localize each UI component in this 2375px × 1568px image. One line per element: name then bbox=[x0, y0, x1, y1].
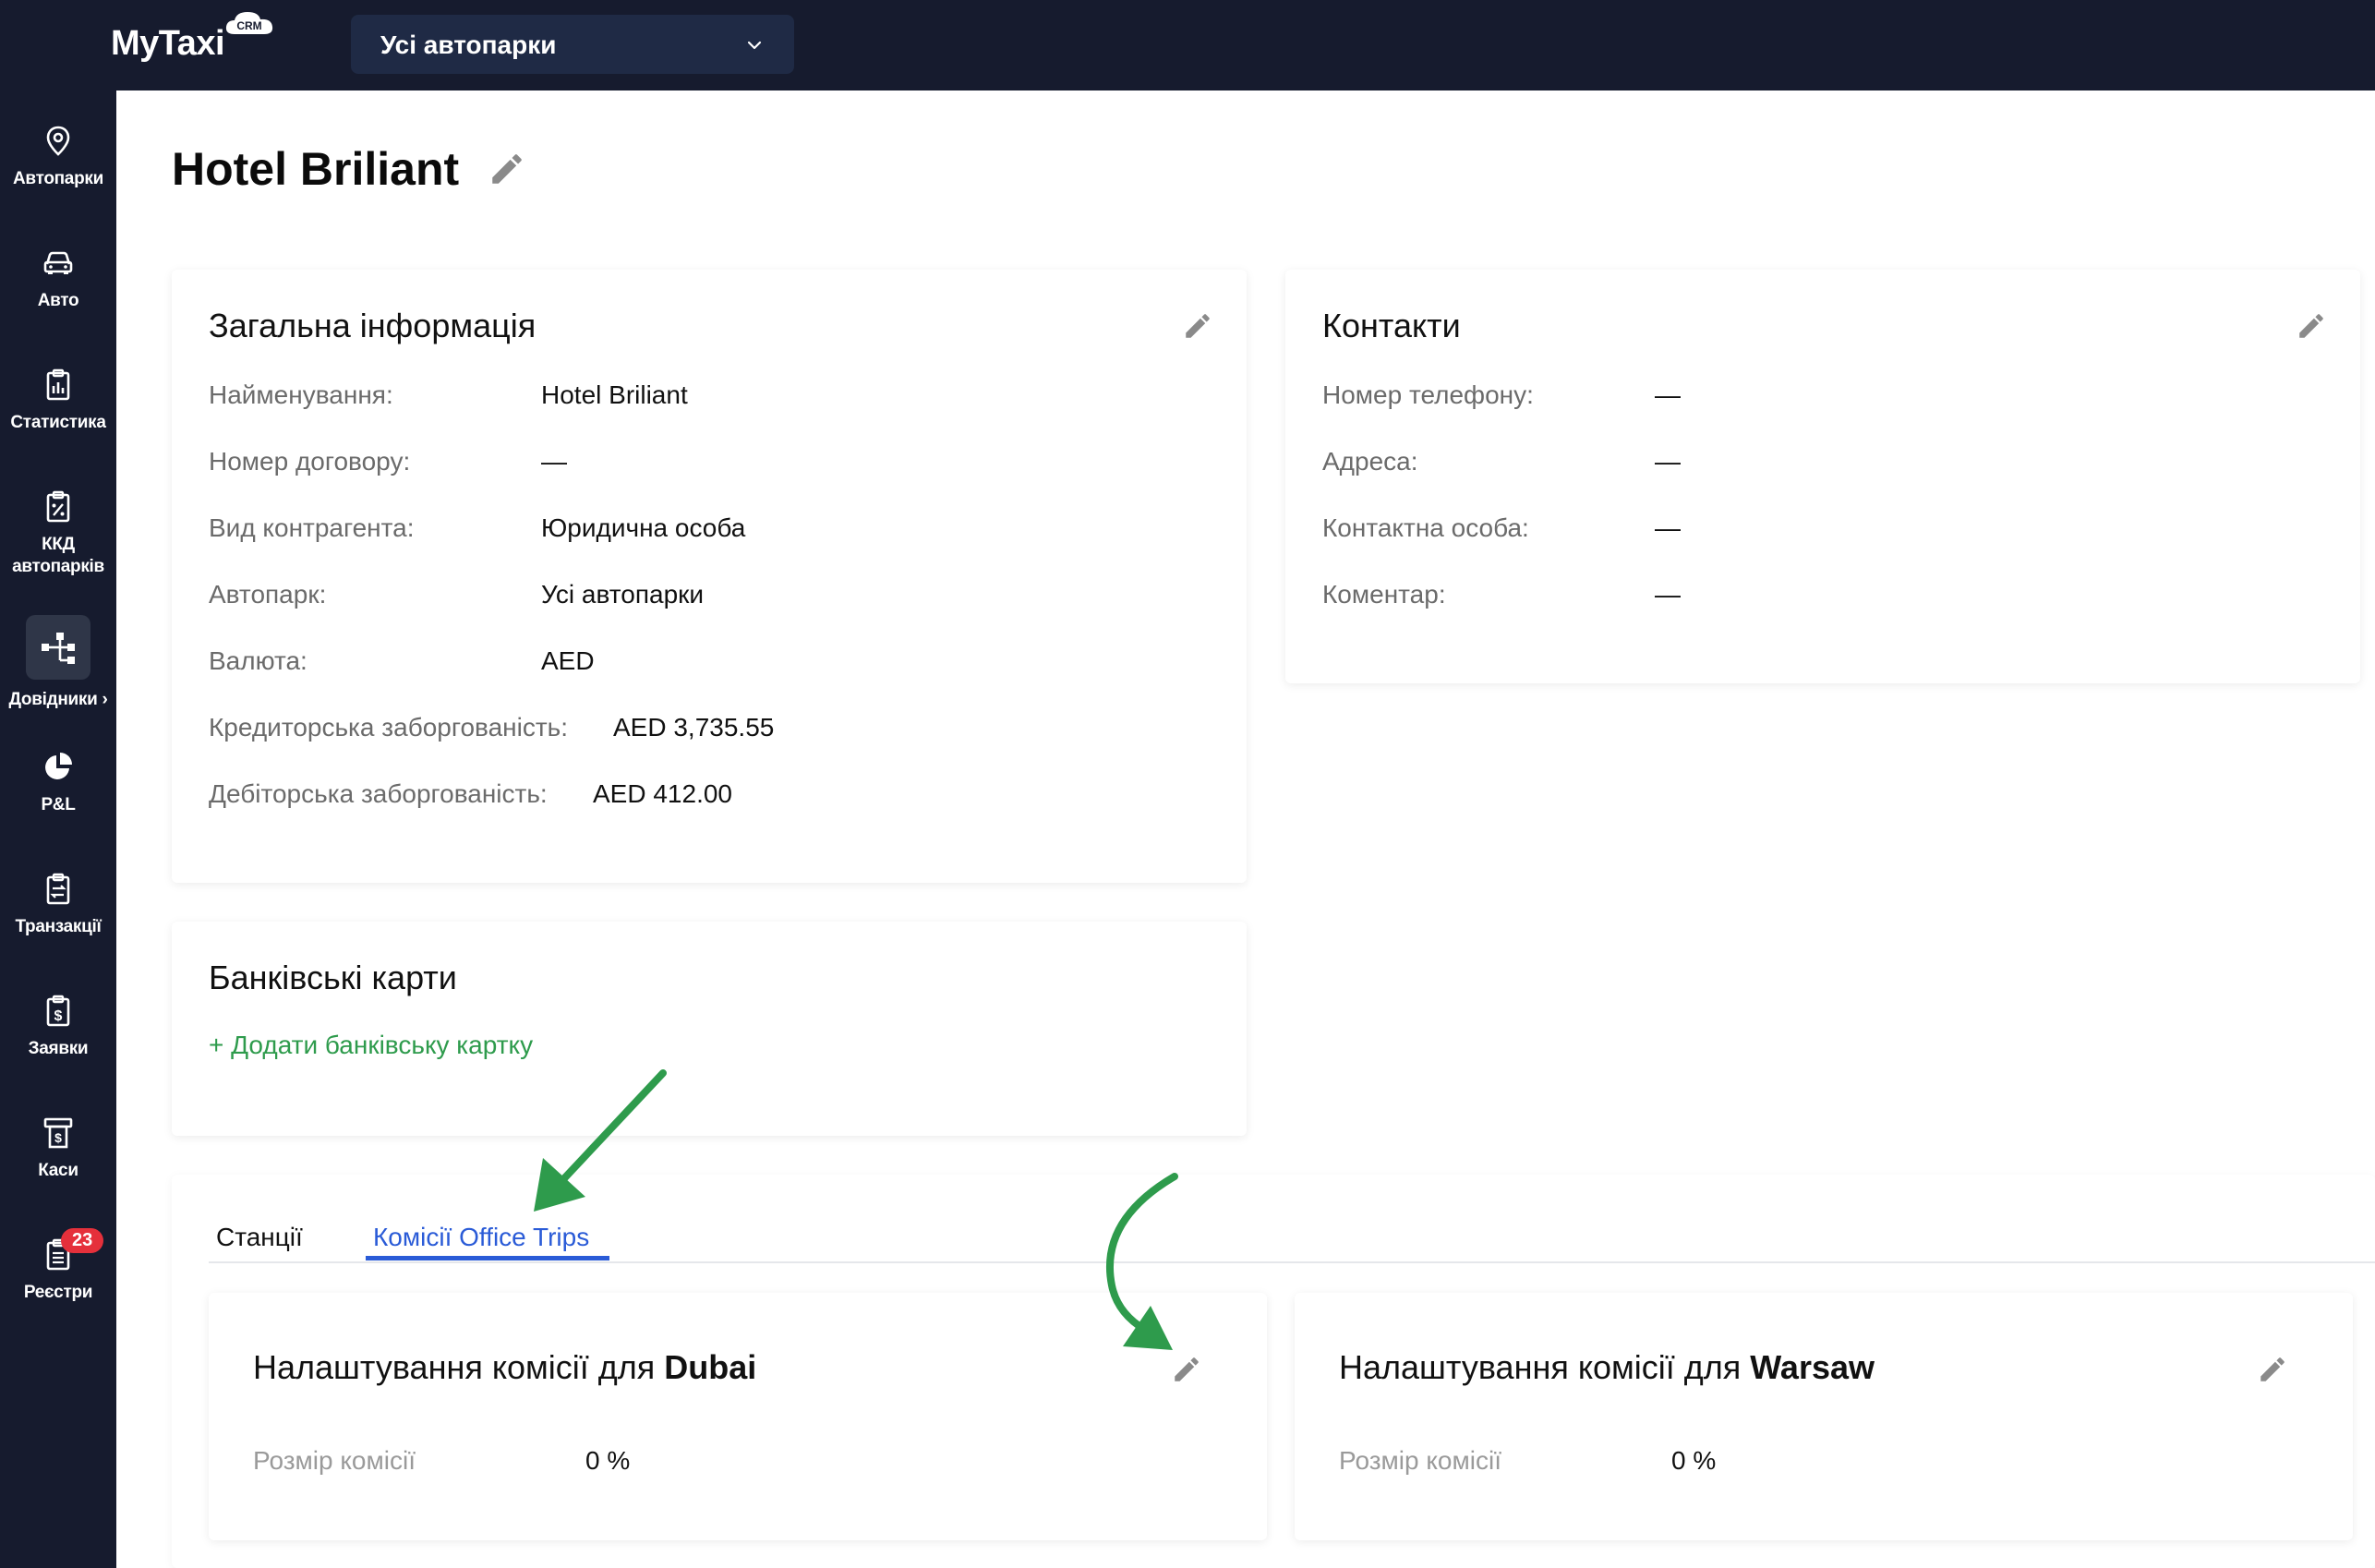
contact-value: — bbox=[1655, 380, 1681, 409]
svg-text:$: $ bbox=[54, 1008, 63, 1024]
chevron-right-icon: › bbox=[102, 690, 108, 709]
sidebar-item-pnl[interactable]: P&L bbox=[0, 748, 116, 816]
info-label: Номер договору: bbox=[209, 447, 411, 476]
edit-title-pencil-icon[interactable] bbox=[488, 150, 526, 188]
info-label: Валюта: bbox=[209, 646, 307, 675]
sidebar-item-label: Заявки bbox=[28, 1039, 89, 1058]
sidebar-item-label: P&L bbox=[41, 795, 76, 814]
crm-badge-text: CRM bbox=[236, 19, 261, 32]
sidebar-item-label: Транзакції bbox=[15, 917, 102, 936]
sidebar-item-cars[interactable]: Авто bbox=[0, 244, 116, 312]
top-bar: MyTaxi CRM Усі автопарки bbox=[0, 0, 2375, 90]
info-value: AED bbox=[541, 646, 595, 675]
contacts-card: Контакти Номер телефону: — Адреса: — Кон… bbox=[1285, 270, 2360, 683]
fleet-selector-value: Усі автопарки bbox=[380, 30, 557, 59]
pie-chart-icon bbox=[45, 753, 72, 779]
contact-label: Номер телефону: bbox=[1322, 380, 1534, 409]
tabs-divider bbox=[209, 1261, 2375, 1263]
contact-value: — bbox=[1655, 447, 1681, 476]
info-value: Усі автопарки bbox=[541, 580, 705, 609]
general-info-card: Загальна інформація Найменування: Hotel … bbox=[172, 270, 1247, 883]
info-value: Hotel Briliant bbox=[541, 380, 688, 409]
contact-value: — bbox=[1655, 513, 1681, 542]
info-label: Кредиторська заборгованість: bbox=[209, 713, 569, 742]
sidebar-item-label: Автопарки bbox=[13, 169, 103, 188]
annotation-arrow-tab bbox=[534, 1069, 667, 1212]
sidebar-item-label: Довідники › bbox=[8, 690, 108, 709]
info-value: AED 3,735.55 bbox=[613, 713, 775, 742]
sidebar-item-label: Реєстри bbox=[23, 1283, 93, 1302]
commission-size-value: 0 % bbox=[585, 1446, 631, 1475]
stats-clipboard-icon bbox=[46, 368, 70, 401]
commission-size-value: 0 % bbox=[1671, 1446, 1717, 1475]
sidebar: Автопарки Авто Статистика ККД автопарків bbox=[0, 90, 116, 1568]
sidebar-item-label: Каси bbox=[38, 1161, 78, 1180]
edit-pencil-icon[interactable] bbox=[2257, 1354, 2288, 1385]
dollar-clipboard-icon: $ bbox=[46, 995, 70, 1027]
info-value: — bbox=[541, 447, 567, 476]
car-icon bbox=[43, 251, 73, 274]
sidebar-item-label: Статистика bbox=[10, 413, 106, 432]
svg-text:$: $ bbox=[54, 1130, 62, 1145]
page-title: Hotel Briliant bbox=[172, 143, 460, 195]
info-label: Найменування: bbox=[209, 380, 393, 409]
tab-stations[interactable]: Станції bbox=[216, 1223, 303, 1252]
edit-pencil-icon[interactable] bbox=[1182, 310, 1213, 342]
edit-pencil-icon[interactable] bbox=[2296, 310, 2327, 342]
commission-size-label: Розмір комісії bbox=[1339, 1446, 1501, 1475]
contact-label: Коментар: bbox=[1322, 580, 1446, 609]
notification-badge: 23 bbox=[61, 1228, 104, 1253]
sidebar-item-label: ККД автопарків bbox=[12, 535, 104, 576]
sidebar-item-statistics[interactable]: Статистика bbox=[0, 366, 116, 434]
percent-clipboard-icon bbox=[46, 490, 70, 523]
tree-structure-icon bbox=[42, 633, 75, 664]
add-bank-card-link[interactable]: + Додати банківську картку bbox=[209, 1031, 533, 1060]
commission-size-label: Розмір комісії bbox=[253, 1446, 416, 1475]
info-label: Вид контрагента: bbox=[209, 513, 415, 542]
info-value: AED 412.00 bbox=[593, 779, 732, 808]
contact-label: Адреса: bbox=[1322, 447, 1418, 476]
crm-cloud-icon: CRM bbox=[225, 12, 273, 34]
info-value: Юридична особа bbox=[541, 513, 746, 542]
sidebar-item-fleets[interactable]: Автопарки bbox=[0, 122, 116, 190]
sidebar-item-directories[interactable]: Довідники › bbox=[0, 615, 116, 711]
chevron-down-icon bbox=[747, 41, 762, 50]
commission-card-warsaw: Налаштування комісії для Warsaw Розмір к… bbox=[1295, 1293, 2353, 1540]
transactions-clipboard-icon bbox=[46, 873, 70, 905]
info-label: Дебіторська заборгованість: bbox=[209, 779, 548, 808]
commission-title: Налаштування комісії для Warsaw bbox=[1339, 1348, 1875, 1386]
tab-office-trips-commissions[interactable]: Комісії Office Trips bbox=[373, 1223, 589, 1252]
info-label: Автопарк: bbox=[209, 580, 327, 609]
cash-register-icon: $ bbox=[43, 1117, 73, 1149]
sidebar-item-label: Авто bbox=[37, 291, 79, 310]
contact-label: Контактна особа: bbox=[1322, 513, 1529, 542]
general-info-title: Загальна інформація bbox=[209, 307, 536, 344]
contact-value: — bbox=[1655, 580, 1681, 609]
bank-cards-title: Банківські карти bbox=[209, 959, 457, 996]
app-logo[interactable]: MyTaxi bbox=[111, 24, 225, 64]
active-indicator bbox=[26, 615, 90, 680]
annotation-arrow-edit bbox=[1105, 1173, 1178, 1350]
fleet-selector[interactable]: Усі автопарки bbox=[351, 15, 794, 74]
sidebar-item-requests[interactable]: $ Заявки bbox=[0, 992, 116, 1060]
sidebar-item-kkd[interactable]: ККД автопарків bbox=[0, 488, 116, 578]
location-pin-icon bbox=[46, 126, 70, 156]
bank-cards-card: Банківські карти + Додати банківську кар… bbox=[172, 922, 1247, 1136]
active-tab-indicator bbox=[366, 1256, 609, 1260]
sidebar-item-transactions[interactable]: Транзакції bbox=[0, 870, 116, 938]
sidebar-item-cash-desks[interactable]: $ Каси bbox=[0, 1114, 116, 1182]
sidebar-item-registers[interactable]: 23 Реєстри bbox=[0, 1228, 116, 1304]
contacts-title: Контакти bbox=[1322, 307, 1461, 344]
commission-title: Налаштування комісії для Dubai bbox=[253, 1348, 757, 1386]
